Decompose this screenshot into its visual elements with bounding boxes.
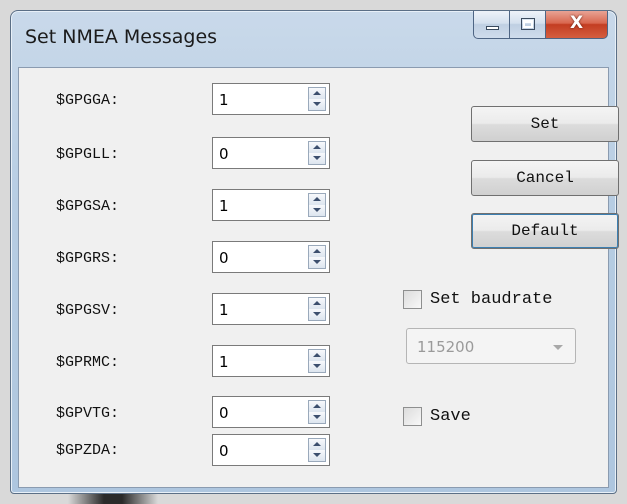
window-title: Set NMEA Messages <box>25 26 218 48</box>
minimize-button[interactable] <box>473 11 510 39</box>
caption-buttons: X <box>473 11 608 41</box>
spinner-value[interactable]: 1 <box>219 91 229 109</box>
spinner-value[interactable]: 0 <box>219 442 229 460</box>
set-button[interactable]: Set <box>471 106 619 142</box>
message-spinner-gpgrs[interactable]: 0 <box>212 241 330 273</box>
spin-down-icon[interactable] <box>309 361 325 372</box>
message-label-gpgsa: $GPGSA: <box>56 198 120 215</box>
spinner-buttons[interactable] <box>308 438 326 462</box>
message-spinner-gpgll[interactable]: 0 <box>212 137 330 169</box>
spinner-buttons[interactable] <box>308 349 326 373</box>
message-spinner-gpgsv[interactable]: 1 <box>212 293 330 325</box>
spin-down-icon[interactable] <box>309 205 325 216</box>
message-spinner-gpgga[interactable]: 1 <box>212 83 330 115</box>
save-option[interactable]: Save <box>403 407 471 426</box>
spinner-value[interactable]: 0 <box>219 249 229 267</box>
spinner-value[interactable]: 0 <box>219 404 229 422</box>
cancel-button[interactable]: Cancel <box>471 160 619 196</box>
spinner-buttons[interactable] <box>308 400 326 424</box>
spinner-value[interactable]: 1 <box>219 197 229 215</box>
save-label[interactable]: Save <box>430 407 471 426</box>
dialog-window: Set NMEA Messages X $GPGGA: 1 $GPGLL: 0 … <box>10 10 619 494</box>
spin-down-icon[interactable] <box>309 257 325 268</box>
maximize-button[interactable] <box>510 11 546 39</box>
message-spinner-gpzda[interactable]: 0 <box>212 434 330 466</box>
close-button[interactable]: X <box>546 11 608 39</box>
message-spinner-gpgsa[interactable]: 1 <box>212 189 330 221</box>
spin-down-icon[interactable] <box>309 309 325 320</box>
message-label-gpzda: $GPZDA: <box>56 442 120 459</box>
spin-down-icon[interactable] <box>309 450 325 461</box>
taskbar-shadow <box>68 494 158 504</box>
spinner-buttons[interactable] <box>308 87 326 111</box>
spinner-buttons[interactable] <box>308 297 326 321</box>
minimize-icon <box>486 26 499 30</box>
message-spinner-gpvtg[interactable]: 0 <box>212 396 330 428</box>
message-label-gprmc: $GPRMC: <box>56 354 120 371</box>
message-label-gpgll: $GPGLL: <box>56 146 120 163</box>
spinner-value[interactable]: 1 <box>219 301 229 319</box>
default-button[interactable]: Default <box>471 213 619 249</box>
set-baudrate-checkbox[interactable] <box>403 290 422 309</box>
set-baudrate-label[interactable]: Set baudrate <box>430 290 552 309</box>
spinner-buttons[interactable] <box>308 245 326 269</box>
spin-down-icon[interactable] <box>309 153 325 164</box>
spin-down-icon[interactable] <box>309 99 325 110</box>
message-label-gpgrs: $GPGRS: <box>56 250 120 267</box>
message-label-gpgsv: $GPGSV: <box>56 302 120 319</box>
chevron-down-icon[interactable] <box>553 345 563 350</box>
message-label-gpvtg: $GPVTG: <box>56 405 120 422</box>
set-baudrate-option[interactable]: Set baudrate <box>403 290 552 309</box>
title-bar[interactable]: Set NMEA Messages X <box>11 11 616 67</box>
spinner-value[interactable]: 1 <box>219 353 229 371</box>
spin-down-icon[interactable] <box>309 412 325 423</box>
spinner-value[interactable]: 0 <box>219 145 229 163</box>
spinner-buttons[interactable] <box>308 141 326 165</box>
message-spinner-gprmc[interactable]: 1 <box>212 345 330 377</box>
close-icon: X <box>569 13 584 33</box>
save-checkbox[interactable] <box>403 407 422 426</box>
baudrate-select-value: 115200 <box>417 338 475 356</box>
spinner-buttons[interactable] <box>308 193 326 217</box>
baudrate-select[interactable]: 115200 <box>406 328 576 364</box>
dialog-client-area: $GPGGA: 1 $GPGLL: 0 $GPGSA: 1 $GPGRS: 0 … <box>18 67 619 488</box>
message-label-gpgga: $GPGGA: <box>56 92 120 109</box>
maximize-icon <box>521 18 535 30</box>
